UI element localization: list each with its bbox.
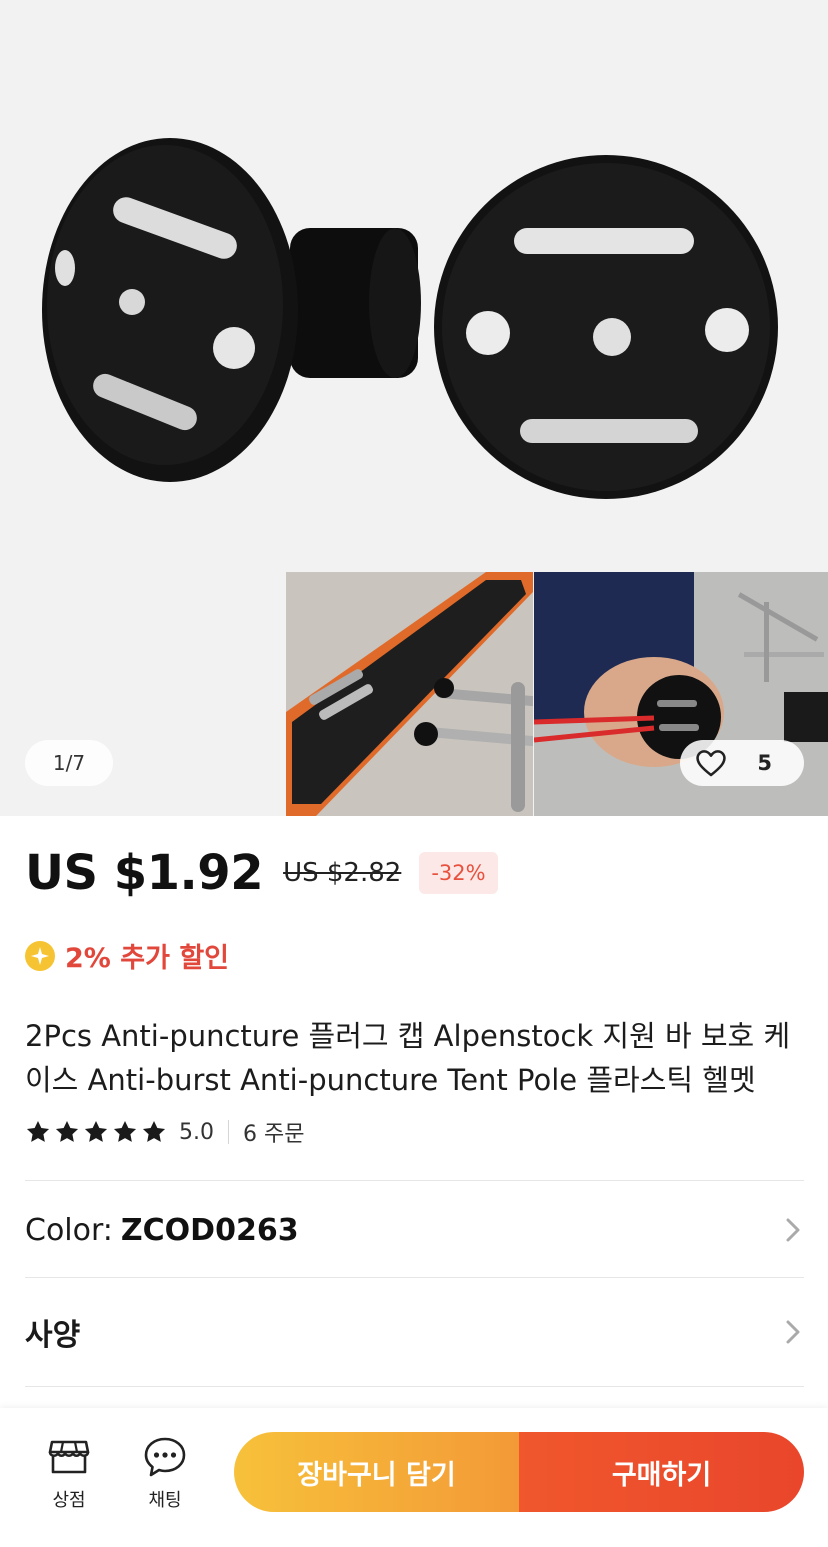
divider <box>25 1180 804 1181</box>
star-icon <box>55 1120 79 1142</box>
coin-discount[interactable]: 2% 추가 할인 <box>25 936 229 975</box>
store-button[interactable]: 상점 <box>34 1434 104 1512</box>
wishlist-count: 5 <box>757 751 772 775</box>
bottom-action-bar: 상점 채팅 장바구니 담기 구매하기 <box>0 1408 828 1547</box>
wishlist-button[interactable]: 5 <box>680 740 804 786</box>
gallery-thumbnail[interactable] <box>286 572 533 816</box>
current-price: US $1.92 <box>25 845 264 901</box>
chat-button[interactable]: 채팅 <box>130 1434 200 1512</box>
color-option-row[interactable]: Color: ZCOD0263 <box>25 1204 804 1256</box>
discount-badge: -32% <box>419 852 498 894</box>
rating-row[interactable]: 5.0 6 주문 <box>25 1114 304 1150</box>
store-icon <box>48 1440 90 1474</box>
rating-value: 5.0 <box>179 1119 214 1145</box>
star-icon <box>113 1120 137 1142</box>
star-icon <box>142 1120 166 1142</box>
chevron-right-icon <box>786 1320 800 1344</box>
chevron-right-icon <box>786 1218 800 1242</box>
color-value: ZCOD0263 <box>120 1212 299 1248</box>
coin-discount-text: 2% 추가 할인 <box>65 943 229 974</box>
add-to-cart-button[interactable]: 장바구니 담기 <box>234 1432 519 1512</box>
divider <box>25 1386 804 1387</box>
specifications-label: 사양 <box>25 1318 81 1353</box>
star-rating <box>25 1119 167 1145</box>
price-row: US $1.92 US $2.82 -32% <box>25 840 498 906</box>
color-label: Color: <box>25 1212 113 1248</box>
star-icon <box>26 1120 50 1142</box>
thumbnail-image-tent-bag <box>286 572 533 816</box>
rating-divider <box>228 1120 229 1144</box>
image-counter: 1/7 <box>25 740 113 786</box>
coin-icon <box>25 940 55 971</box>
specifications-row[interactable]: 사양 <box>25 1306 804 1358</box>
buy-now-button[interactable]: 구매하기 <box>519 1432 804 1512</box>
store-label: 상점 <box>52 1490 86 1511</box>
original-price: US $2.82 <box>283 858 402 888</box>
divider <box>25 1277 804 1278</box>
chat-icon <box>144 1437 186 1477</box>
chat-label: 채팅 <box>148 1490 182 1511</box>
heart-icon <box>696 750 726 777</box>
order-count: 6 주문 <box>243 1122 305 1147</box>
product-title: 2Pcs Anti-puncture 플러그 캡 Alpenstock 지원 바… <box>25 1019 791 1097</box>
star-icon <box>84 1120 108 1142</box>
product-image-gallery[interactable]: 1/7 5 <box>0 0 828 816</box>
